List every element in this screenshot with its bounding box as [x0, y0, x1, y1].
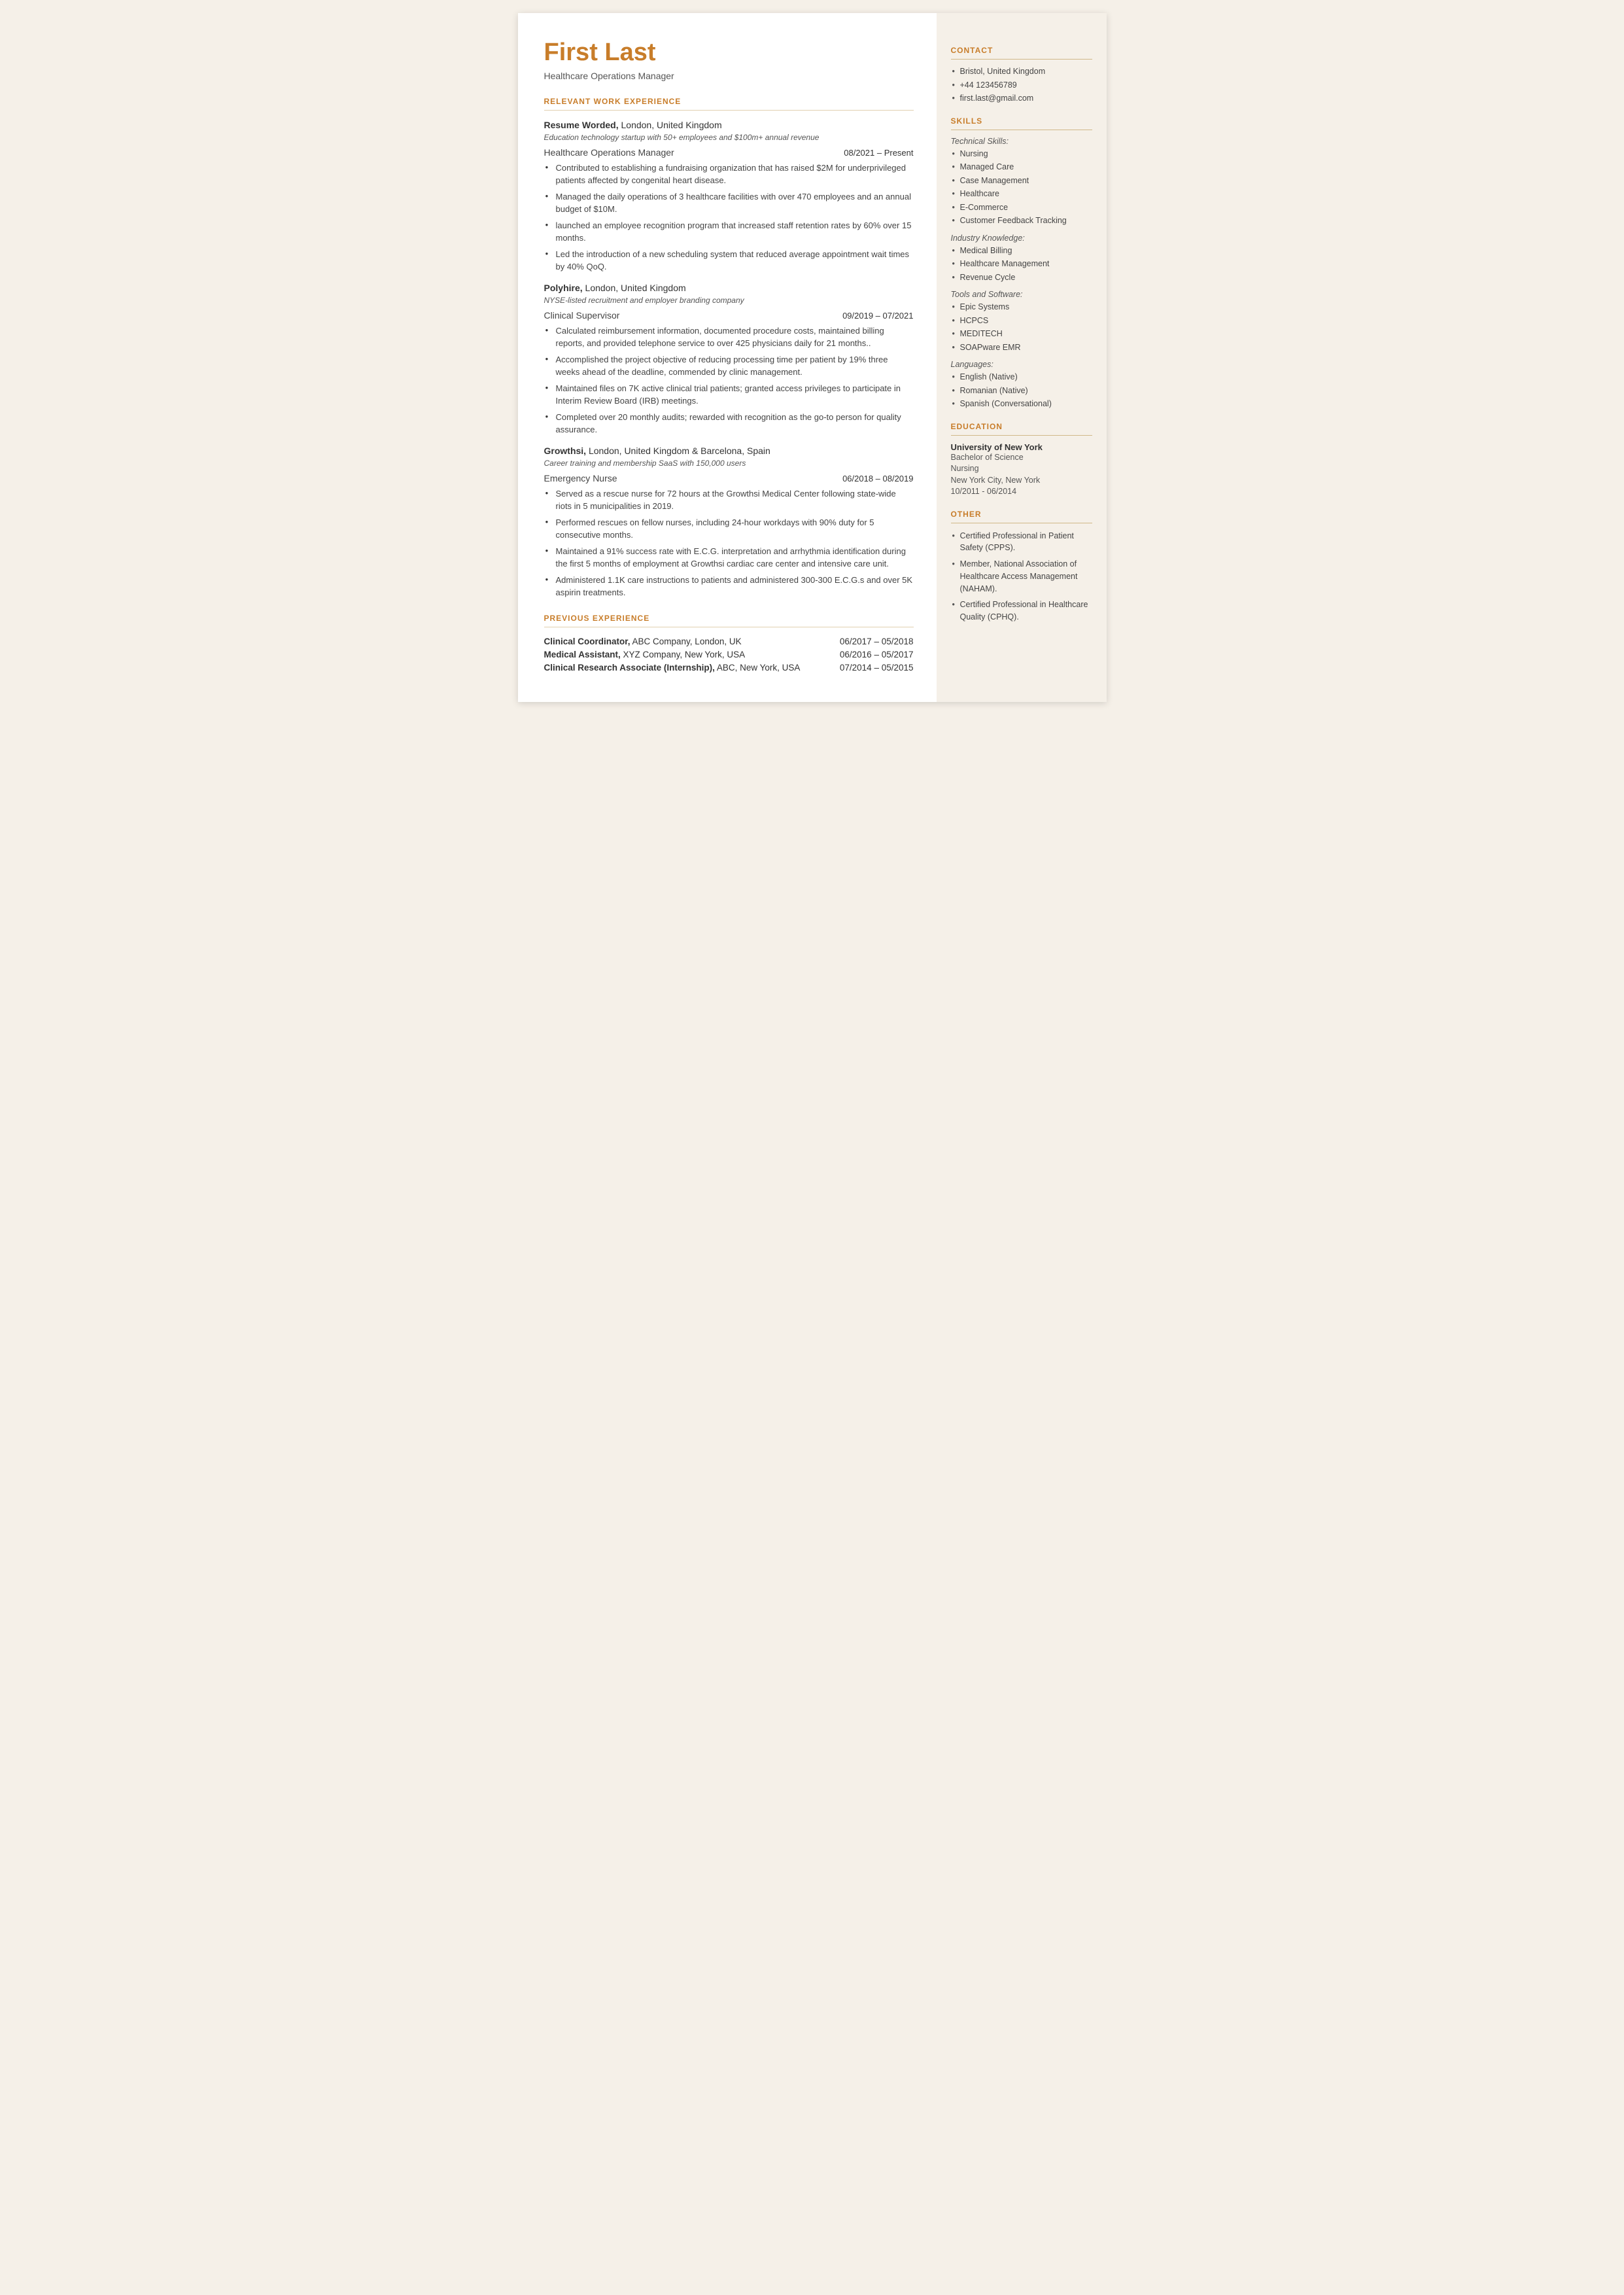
education-divider	[951, 435, 1092, 436]
resume-container: First Last Healthcare Operations Manager…	[518, 13, 1107, 702]
bullet: Maintained files on 7K active clinical t…	[544, 382, 914, 408]
other-item-2: Member, National Association of Healthca…	[951, 558, 1092, 595]
candidate-title: Healthcare Operations Manager	[544, 71, 914, 81]
bullet: launched an employee recognition program…	[544, 219, 914, 245]
skill-case-management: Case Management	[951, 175, 1092, 187]
education-entry-1: University of New York Bachelor of Scien…	[951, 442, 1092, 498]
skills-title: SKILLS	[951, 116, 1092, 126]
relevant-work-divider	[544, 110, 914, 111]
prev-exp-1-dates: 06/2017 – 05/2018	[840, 637, 914, 646]
language-spanish: Spanish (Conversational)	[951, 398, 1092, 410]
skill-customer-feedback: Customer Feedback Tracking	[951, 215, 1092, 227]
job-1-row: Healthcare Operations Manager 08/2021 – …	[544, 147, 914, 158]
bullet: Administered 1.1K care instructions to p…	[544, 574, 914, 599]
edu-degree: Bachelor of Science	[951, 452, 1092, 464]
company-2-header: Polyhire, London, United Kingdom	[544, 283, 914, 294]
job-3-dates: 06/2018 – 08/2019	[842, 474, 913, 483]
candidate-name: First Last	[544, 39, 914, 67]
skill-healthcare: Healthcare	[951, 188, 1092, 200]
skill-nursing: Nursing	[951, 149, 1092, 160]
contact-location: Bristol, United Kingdom	[951, 66, 1092, 78]
prev-exp-1-label: Clinical Coordinator, ABC Company, Londo…	[544, 637, 742, 646]
job-1-dates: 08/2021 – Present	[844, 148, 913, 158]
contact-phone: +44 123456789	[951, 80, 1092, 92]
prev-exp-3-label: Clinical Research Associate (Internship)…	[544, 663, 801, 673]
relevant-work-section-title: RELEVANT WORK EXPERIENCE	[544, 97, 914, 106]
job-2-dates: 09/2019 – 07/2021	[842, 311, 913, 321]
prev-exp-2-label: Medical Assistant, XYZ Company, New York…	[544, 650, 746, 659]
contact-divider	[951, 59, 1092, 60]
edu-field: Nursing	[951, 463, 1092, 475]
language-english: English (Native)	[951, 372, 1092, 383]
tool-meditech: MEDITECH	[951, 328, 1092, 340]
tool-soapware: SOAPware EMR	[951, 342, 1092, 354]
job-2-title: Clinical Supervisor	[544, 310, 620, 321]
bullet: Maintained a 91% success rate with E.C.G…	[544, 545, 914, 570]
languages-label: Languages:	[951, 360, 1092, 369]
other-content: Certified Professional in Patient Safety…	[951, 530, 1092, 623]
industry-medical-billing: Medical Billing	[951, 245, 1092, 257]
tools-label: Tools and Software:	[951, 290, 1092, 299]
bullet: Contributed to establishing a fundraisin…	[544, 162, 914, 187]
languages-list: English (Native) Romanian (Native) Spani…	[951, 372, 1092, 410]
industry-healthcare-mgmt: Healthcare Management	[951, 258, 1092, 270]
job-2-row: Clinical Supervisor 09/2019 – 07/2021	[544, 310, 914, 321]
technical-list: Nursing Managed Care Case Management Hea…	[951, 149, 1092, 227]
industry-revenue-cycle: Revenue Cycle	[951, 272, 1092, 284]
prev-exp-2-dates: 06/2016 – 05/2017	[840, 650, 914, 659]
job-1-bullets: Contributed to establishing a fundraisin…	[544, 162, 914, 273]
contact-list: Bristol, United Kingdom +44 123456789 fi…	[951, 66, 1092, 105]
tools-list: Epic Systems HCPCS MEDITECH SOAPware EMR	[951, 302, 1092, 353]
bullet: Accomplished the project objective of re…	[544, 353, 914, 379]
company-1-header: Resume Worded, London, United Kingdom	[544, 120, 914, 131]
bullet: Managed the daily operations of 3 health…	[544, 190, 914, 216]
bullet: Calculated reimbursement information, do…	[544, 324, 914, 350]
company-1-desc: Education technology startup with 50+ em…	[544, 133, 914, 142]
prev-exp-row-3: Clinical Research Associate (Internship)…	[544, 663, 914, 673]
company-1-location: London, United Kingdom	[619, 120, 722, 130]
industry-list: Medical Billing Healthcare Management Re…	[951, 245, 1092, 284]
previous-exp-section-title: PREVIOUS EXPERIENCE	[544, 614, 914, 623]
job-3-row: Emergency Nurse 06/2018 – 08/2019	[544, 473, 914, 483]
company-1-name: Resume Worded,	[544, 120, 619, 130]
bullet: Performed rescues on fellow nurses, incl…	[544, 516, 914, 542]
prev-exp-3-dates: 07/2014 – 05/2015	[840, 663, 914, 673]
edu-location: New York City, New York	[951, 475, 1092, 487]
contact-title: CONTACT	[951, 46, 1092, 55]
company-3-name: Growthsi,	[544, 446, 587, 456]
bullet: Served as a rescue nurse for 72 hours at…	[544, 487, 914, 513]
prev-exp-row-2: Medical Assistant, XYZ Company, New York…	[544, 650, 914, 659]
job-2-bullets: Calculated reimbursement information, do…	[544, 324, 914, 436]
company-3-location: London, United Kingdom & Barcelona, Spai…	[586, 446, 770, 456]
tool-hcpcs: HCPCS	[951, 315, 1092, 327]
edu-school: University of New York	[951, 442, 1092, 452]
skill-managed-care: Managed Care	[951, 162, 1092, 173]
left-column: First Last Healthcare Operations Manager…	[518, 13, 937, 702]
job-1-title: Healthcare Operations Manager	[544, 147, 674, 158]
company-2-name: Polyhire,	[544, 283, 583, 293]
other-item-1: Certified Professional in Patient Safety…	[951, 530, 1092, 555]
company-3-header: Growthsi, London, United Kingdom & Barce…	[544, 446, 914, 457]
language-romanian: Romanian (Native)	[951, 385, 1092, 397]
job-3-bullets: Served as a rescue nurse for 72 hours at…	[544, 487, 914, 599]
prev-exp-row-1: Clinical Coordinator, ABC Company, Londo…	[544, 637, 914, 646]
skill-ecommerce: E-Commerce	[951, 202, 1092, 214]
company-3-desc: Career training and membership SaaS with…	[544, 459, 914, 468]
industry-label: Industry Knowledge:	[951, 234, 1092, 243]
company-2-location: London, United Kingdom	[583, 283, 686, 293]
right-column: CONTACT Bristol, United Kingdom +44 1234…	[937, 13, 1107, 702]
contact-email: first.last@gmail.com	[951, 93, 1092, 105]
education-title: EDUCATION	[951, 422, 1092, 431]
company-2-desc: NYSE-listed recruitment and employer bra…	[544, 296, 914, 305]
technical-label: Technical Skills:	[951, 137, 1092, 146]
bullet: Led the introduction of a new scheduling…	[544, 248, 914, 273]
job-3-title: Emergency Nurse	[544, 473, 617, 483]
edu-dates: 10/2011 - 06/2014	[951, 486, 1092, 498]
bullet: Completed over 20 monthly audits; reward…	[544, 411, 914, 436]
other-item-3: Certified Professional in Healthcare Qua…	[951, 599, 1092, 623]
tool-epic: Epic Systems	[951, 302, 1092, 313]
other-title: OTHER	[951, 510, 1092, 519]
